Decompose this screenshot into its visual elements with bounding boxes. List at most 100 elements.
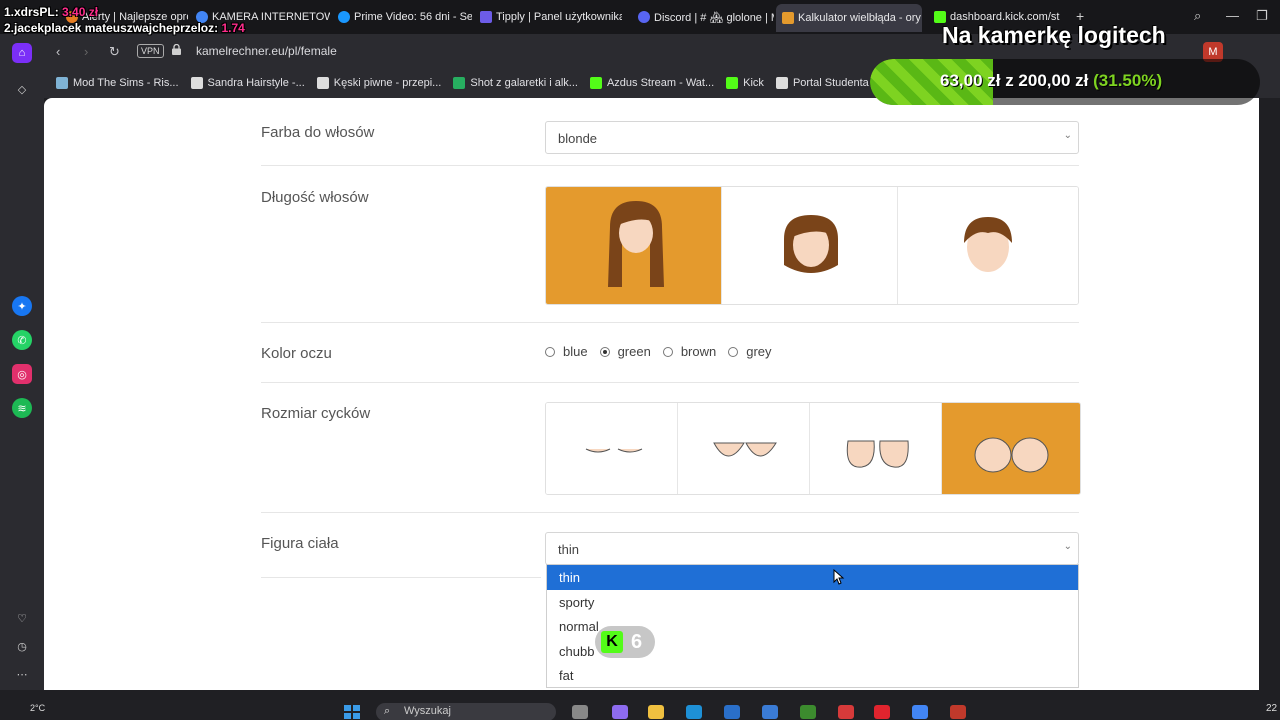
more-icon[interactable]: ⋯	[12, 664, 32, 684]
eye-color-option-green[interactable]: green	[599, 344, 651, 359]
kick-icon	[589, 77, 602, 89]
bookmark-label: Kęski piwne - przepi...	[333, 77, 442, 89]
breast-size-2[interactable]	[678, 403, 810, 494]
radio-button[interactable]	[662, 346, 673, 357]
copilot-icon[interactable]	[612, 705, 628, 719]
bookmark-icon	[56, 77, 68, 89]
figure-option-fat[interactable]: fat	[547, 663, 1078, 688]
discord-icon	[638, 11, 650, 23]
viewer-count: 6	[631, 630, 643, 653]
short-hair-icon	[964, 217, 1012, 272]
bookmark-azdus-stream[interactable]: Azdus Stream - Wat...	[589, 77, 715, 89]
bookmark-kick[interactable]: Kick	[726, 77, 764, 89]
mouse-cursor-icon	[833, 569, 845, 585]
bookmark-shot-z-galaretki[interactable]: Shot z galaretki i alk...	[453, 77, 578, 89]
store-icon[interactable]	[724, 705, 740, 719]
divider	[261, 382, 1079, 383]
taskbar-search[interactable]: ⌕ Wyszukaj	[376, 703, 556, 720]
chevron-down-icon: ⌄	[1063, 130, 1072, 141]
diamond-icon[interactable]: ◇	[12, 79, 32, 99]
figure-label: Figura ciała	[261, 535, 339, 552]
page-icon	[190, 77, 203, 89]
taskbar-clock: 22	[1266, 703, 1278, 714]
radio-label: brown	[680, 344, 717, 359]
bookmark-label: Azdus Stream - Wat...	[606, 77, 715, 89]
back-icon[interactable]: ‹	[56, 44, 60, 59]
breast-size-1[interactable]	[546, 403, 678, 494]
vpn-app-icon[interactable]	[762, 705, 778, 719]
url-field[interactable]: kamelrechner.eu/pl/female	[196, 44, 337, 58]
chevron-down-icon: ⌄	[1063, 541, 1072, 552]
donation-goal-title: Na kamerkę logitech	[942, 22, 1166, 48]
bookmark-label: Kick	[743, 77, 764, 89]
donor-2-name: 2.jacekplacek mateuszwajcheprzeloz:	[4, 21, 219, 35]
medium-hair-icon	[784, 215, 838, 273]
radio-button-checked[interactable]	[599, 346, 610, 357]
search-tabs-icon[interactable]: ⌕	[1194, 8, 1201, 24]
bookmark-label: Shot z galaretki i alk...	[470, 77, 578, 89]
minecraft-icon[interactable]	[800, 705, 816, 719]
windows-start-icon[interactable]	[344, 705, 360, 719]
tab-kalkulator-active[interactable]: Kalkulator wielbłąda - ory	[776, 4, 922, 32]
weather-widget[interactable]: 2°C	[30, 703, 45, 713]
eye-color-option-grey[interactable]: grey	[728, 344, 772, 359]
eye-color-label: Kolor oczu	[261, 345, 332, 362]
chrome-icon[interactable]	[912, 705, 928, 719]
bookmark-label: Mod The Sims - Ris...	[73, 77, 179, 89]
tab-prime-video[interactable]: Prime Video: 56 dni - Sezo	[332, 6, 472, 28]
breast-size-options	[545, 402, 1081, 495]
obs-icon[interactable]	[950, 705, 966, 719]
radio-button[interactable]	[545, 346, 555, 357]
edge-icon[interactable]	[686, 705, 702, 719]
reload-icon[interactable]: ↻	[109, 44, 120, 60]
page-icon	[316, 77, 329, 89]
minimize-icon[interactable]: —	[1226, 8, 1239, 23]
eye-color-option-brown[interactable]: brown	[662, 344, 717, 359]
donor-1-name: 1.xdrsPL:	[4, 5, 59, 19]
radio-button[interactable]	[728, 346, 739, 357]
breast-size-3[interactable]	[810, 403, 942, 494]
goal-percent: (31.50%)	[1093, 71, 1163, 90]
page-content: Farba do włosów blonde ⌄ Długość włosów	[44, 98, 1259, 690]
screen: Alerty | Najlepsze oprogra KAMERA INTERN…	[0, 0, 1280, 720]
whatsapp-icon[interactable]: ✆	[12, 330, 32, 350]
bookmark-keski-piwne[interactable]: Kęski piwne - przepi...	[316, 77, 442, 89]
vpn-badge[interactable]: VPN	[137, 44, 164, 58]
breast-size-4-selected[interactable]	[942, 403, 1080, 494]
search-icon: ⌕	[384, 705, 391, 717]
camel-calculator-icon	[782, 12, 794, 24]
figure-select[interactable]: thin ⌄	[545, 532, 1079, 565]
instagram-icon[interactable]: ◎	[12, 364, 32, 384]
hair-color-select[interactable]: blonde ⌄	[545, 121, 1079, 154]
bookmark-mod-the-sims[interactable]: Mod The Sims - Ris...	[56, 77, 179, 89]
tab-discord[interactable]: Discord | # 🏘 glolone | Me	[632, 6, 774, 28]
hair-length-medium[interactable]	[722, 187, 898, 304]
file-explorer-icon[interactable]	[648, 705, 664, 719]
browser-sidebar: ⌂ ◇ ✦ ✆ ◎ ≋ ♡ ◷ ⋯	[0, 34, 44, 690]
opera-icon[interactable]	[874, 705, 890, 719]
hair-length-short[interactable]	[898, 187, 1078, 304]
messenger-icon[interactable]: ✦	[12, 296, 32, 316]
hair-color-value: blonde	[558, 131, 598, 146]
heart-icon[interactable]: ♡	[12, 608, 32, 628]
bookmark-sandra-hairstyle[interactable]: Sandra Hairstyle -...	[190, 77, 305, 89]
spotify-icon[interactable]: ≋	[12, 398, 32, 418]
long-hair-icon	[608, 201, 664, 287]
tab-tipply[interactable]: Tipply | Panel użytkownika	[474, 6, 622, 28]
tab-label: Kalkulator wielbłąda - ory	[798, 12, 921, 24]
history-icon[interactable]: ◷	[12, 636, 32, 656]
maximize-icon[interactable]: ❐	[1256, 8, 1268, 24]
windows-taskbar: 2°C ⌕ Wyszukaj 22	[0, 700, 1280, 720]
eye-color-option-blue[interactable]: blue	[545, 344, 588, 359]
goal-text: 63,00 zł z 200,00 zł (31.50%)	[940, 71, 1162, 91]
tab-label: Discord | # 🏘 glolone | Me	[654, 11, 774, 24]
search-placeholder: Wyszukaj	[404, 705, 451, 717]
figure-option-thin[interactable]: thin	[547, 565, 1078, 590]
home-icon[interactable]: ⌂	[12, 43, 32, 63]
app-icon[interactable]	[838, 705, 854, 719]
figure-option-sporty[interactable]: sporty	[547, 590, 1078, 615]
hair-length-long[interactable]	[546, 187, 722, 304]
size-2-icon	[713, 442, 777, 457]
task-view-icon[interactable]	[572, 705, 588, 719]
forward-icon[interactable]: ›	[84, 44, 88, 59]
